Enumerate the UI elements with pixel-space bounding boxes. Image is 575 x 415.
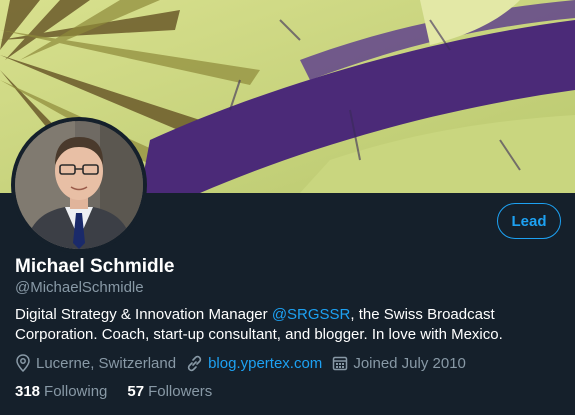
joined-text: Joined July 2010 [353, 354, 466, 372]
followers-stat[interactable]: 57 Followers [127, 383, 212, 400]
bio-text-start: Digital Strategy & Innovation Manager [15, 306, 272, 323]
profile-meta: Lucerne, Switzerland blog.ypertex.com Jo… [15, 354, 476, 372]
bio-mention-link[interactable]: @SRGSSR [272, 306, 351, 323]
profile-joined: Joined July 2010 [332, 355, 466, 372]
following-label: Following [44, 383, 108, 400]
following-stat[interactable]: 318 Following [15, 383, 107, 400]
profile-stats: 318 Following 57 Followers [15, 383, 232, 400]
website-link[interactable]: blog.ypertex.com [208, 355, 322, 372]
profile-handle: @MichaelSchmidle [15, 279, 144, 296]
link-icon [187, 355, 202, 371]
followers-label: Followers [148, 383, 213, 400]
profile-location: Lucerne, Switzerland [15, 354, 176, 372]
calendar-icon [333, 356, 348, 371]
lead-button[interactable]: Lead [497, 203, 561, 239]
location-text: Lucerne, Switzerland [36, 354, 177, 372]
avatar[interactable] [15, 121, 143, 249]
following-count: 318 [15, 383, 41, 400]
followers-count: 57 [127, 383, 145, 400]
profile-website[interactable]: blog.ypertex.com [186, 355, 322, 372]
avatar-photo [15, 121, 143, 249]
profile-name: Michael Schmidle [15, 256, 175, 277]
location-pin-icon [16, 354, 30, 372]
profile-bio: Digital Strategy & Innovation Manager @S… [15, 305, 563, 345]
